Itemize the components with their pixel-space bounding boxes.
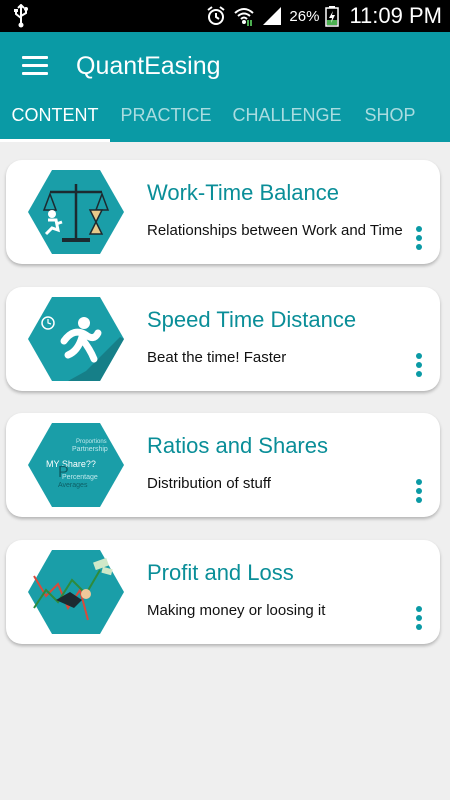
topic-subtitle: Relationships between Work and Time [147, 222, 403, 239]
tab-indicator [0, 139, 110, 142]
topic-title: Work-Time Balance [147, 180, 339, 205]
topic-subtitle: Beat the time! Faster [147, 349, 287, 366]
tab-shop[interactable]: SHOP [356, 102, 424, 142]
thumb-word: MY Share?? [46, 459, 96, 469]
usb-icon [14, 4, 28, 28]
tab-bar: CONTENT PRACTICE CHALLENGE SHOP [0, 100, 450, 142]
thumb-word: Averages [58, 482, 88, 489]
thumb-word: Partnership [72, 446, 108, 453]
clock: 11:09 PM [349, 3, 442, 28]
app-title: QuantEasing [76, 52, 221, 80]
topic-subtitle: Distribution of stuff [147, 475, 271, 492]
thumb-word: Proportions [76, 439, 107, 445]
topic-card-work-time[interactable]: Work-Time Balance Relationships between … [6, 160, 440, 264]
wifi-icon [234, 8, 255, 26]
alarm-icon [207, 6, 226, 25]
profit-chart-icon [28, 550, 124, 634]
battery-percent: 26% [289, 7, 320, 25]
topic-subtitle: Making money or loosing it [147, 602, 326, 619]
app-bar: QuantEasing CONTENT PRACTICE CHALLENGE S… [0, 32, 450, 142]
more-options-icon[interactable] [414, 606, 424, 634]
status-bar: 26% 11:09 PM [0, 0, 450, 32]
word-cloud-icon: MY Share?? Partnership Proportions Avera… [28, 423, 124, 507]
topic-title: Ratios and Shares [147, 433, 328, 458]
hamburger-menu-icon[interactable] [22, 56, 48, 76]
topic-card-profit-loss[interactable]: Profit and Loss Making money or loosing … [6, 540, 440, 644]
svg-text:P: P [58, 464, 69, 481]
more-options-icon[interactable] [414, 353, 424, 381]
topic-card-ratios[interactable]: MY Share?? Partnership Proportions Avera… [6, 413, 440, 517]
scales-hourglass-runner-icon [28, 170, 124, 254]
more-options-icon[interactable] [414, 226, 424, 254]
signal-icon [263, 7, 282, 25]
more-options-icon[interactable] [414, 479, 424, 507]
topic-title: Speed Time Distance [147, 307, 357, 332]
topic-card-speed-time[interactable]: Speed Time Distance Beat the time! Faste… [6, 287, 440, 391]
battery-charging-icon [325, 6, 340, 27]
tab-content[interactable]: CONTENT [0, 102, 110, 142]
tab-practice[interactable]: PRACTICE [112, 102, 220, 142]
tab-challenge[interactable]: CHALLENGE [226, 102, 348, 142]
topic-title: Profit and Loss [147, 560, 294, 585]
running-person-icon [28, 297, 124, 381]
